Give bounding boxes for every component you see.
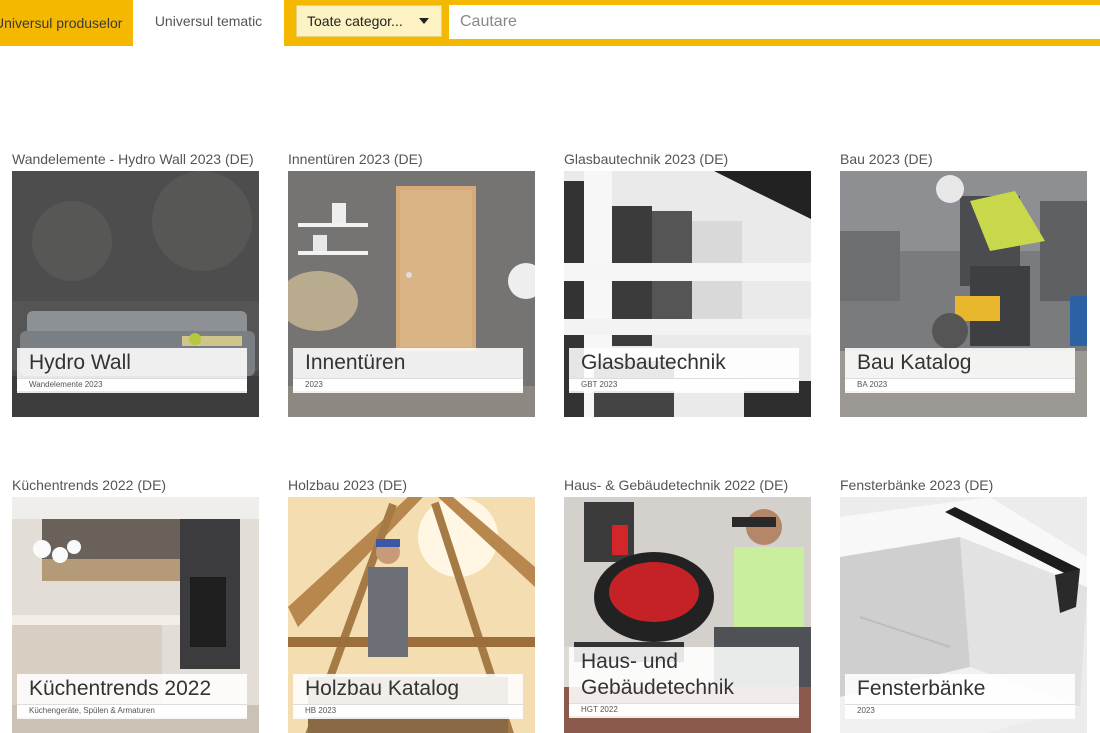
catalog-caption[interactable]: Glasbautechnik 2023 (DE) <box>564 150 811 170</box>
tab-thematic-universe[interactable]: Universul tematic <box>133 0 284 46</box>
catalog-subtitle: GBT 2023 <box>569 378 799 391</box>
catalog-cover-overlay: Glasbautechnik GBT 2023 <box>569 348 799 393</box>
catalog-card[interactable]: Fensterbänke 2023 (DE) Fensterbänke 2023 <box>840 476 1087 733</box>
catalog-cover-overlay: Küchentrends 2022 Küchengeräte, Spülen &… <box>17 674 247 719</box>
catalog-cover[interactable]: Küchentrends 2022 Küchengeräte, Spülen &… <box>12 497 259 733</box>
catalog-caption[interactable]: Haus- & Gebäudetechnik 2022 (DE) <box>564 476 811 496</box>
catalog-title: Glasbautechnik <box>581 351 726 374</box>
catalog-card[interactable]: Küchentrends 2022 (DE) Küchentrends 2022… <box>12 476 259 733</box>
catalog-subtitle: HGT 2022 <box>569 703 799 716</box>
catalog-subtitle: 2023 <box>845 704 1075 717</box>
catalog-cover-overlay: Hydro Wall Wandelemente 2023 <box>17 348 247 393</box>
catalog-cover[interactable]: Bau Katalog BA 2023 <box>840 171 1087 417</box>
catalog-caption[interactable]: Wandelemente - Hydro Wall 2023 (DE) <box>12 150 259 170</box>
catalog-caption[interactable]: Fensterbänke 2023 (DE) <box>840 476 1087 496</box>
caret-down-icon <box>419 18 429 24</box>
catalog-card[interactable]: Glasbautechnik 2023 (DE) Glasbautechnik … <box>564 150 811 417</box>
catalog-card[interactable]: Bau 2023 (DE) Bau Katalog BA 2023 <box>840 150 1087 417</box>
catalog-cover-overlay: Fensterbänke 2023 <box>845 674 1075 719</box>
catalog-title: Bau Katalog <box>857 351 972 374</box>
catalog-caption[interactable]: Bau 2023 (DE) <box>840 150 1087 170</box>
category-dropdown-label: Toate categor... <box>307 13 403 29</box>
tab-products-universe[interactable]: Universul produselor <box>0 0 133 46</box>
top-navigation-bar: Universul produselor Universul tematic T… <box>0 0 1100 46</box>
catalog-cover[interactable]: Glasbautechnik GBT 2023 <box>564 171 811 417</box>
catalog-cover[interactable]: Innentüren 2023 <box>288 171 535 417</box>
catalog-cover[interactable]: Fensterbänke 2023 <box>840 497 1087 733</box>
catalog-card[interactable]: Holzbau 2023 (DE) Holzbau Katalog HB 202… <box>288 476 535 733</box>
catalog-cover-overlay: Haus- und Gebäudetechnik HGT 2022 <box>569 647 799 718</box>
catalog-subtitle: Wandelemente 2023 <box>17 378 247 391</box>
catalog-subtitle: BA 2023 <box>845 378 1075 391</box>
category-dropdown[interactable]: Toate categor... <box>296 5 442 37</box>
search-input[interactable] <box>449 5 1100 39</box>
catalog-title: Fensterbänke <box>857 677 986 700</box>
catalog-caption[interactable]: Holzbau 2023 (DE) <box>288 476 535 496</box>
catalog-card[interactable]: Haus- & Gebäudetechnik 2022 (DE) Haus- u… <box>564 476 811 733</box>
catalog-cover-overlay: Innentüren 2023 <box>293 348 523 393</box>
catalog-subtitle: Küchengeräte, Spülen & Armaturen <box>17 704 247 717</box>
catalog-cover[interactable]: Holzbau Katalog HB 2023 <box>288 497 535 733</box>
catalog-caption[interactable]: Küchentrends 2022 (DE) <box>12 476 259 496</box>
catalog-card[interactable]: Innentüren 2023 (DE) Innentüren 2023 <box>288 150 535 417</box>
catalog-subtitle: HB 2023 <box>293 704 523 717</box>
search-bar: Toate categor... <box>284 0 1100 46</box>
catalog-card[interactable]: Wandelemente - Hydro Wall 2023 (DE) Hydr… <box>12 150 259 417</box>
catalog-caption[interactable]: Innentüren 2023 (DE) <box>288 150 535 170</box>
catalog-title: Innentüren <box>305 351 406 374</box>
catalog-cover[interactable]: Haus- und Gebäudetechnik HGT 2022 <box>564 497 811 733</box>
catalog-title: Holzbau Katalog <box>305 677 460 700</box>
catalog-cover-overlay: Bau Katalog BA 2023 <box>845 348 1075 393</box>
catalog-title: Küchentrends 2022 <box>29 677 212 700</box>
catalog-title: Hydro Wall <box>29 351 131 374</box>
catalog-subtitle: 2023 <box>293 378 523 391</box>
catalog-cover-overlay: Holzbau Katalog HB 2023 <box>293 674 523 719</box>
catalog-title: Haus- und Gebäudetechnik <box>581 650 734 699</box>
catalog-cover[interactable]: Hydro Wall Wandelemente 2023 <box>12 171 259 417</box>
